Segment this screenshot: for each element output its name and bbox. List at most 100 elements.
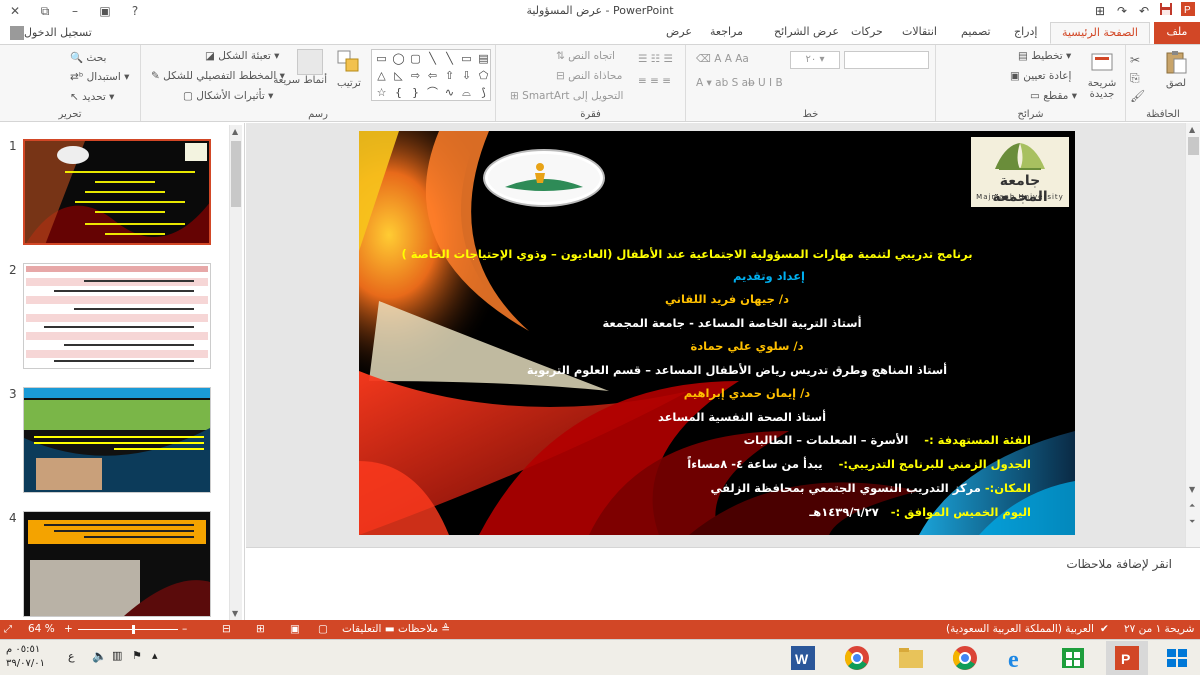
- shape-outline-button[interactable]: ▾ المخطط التفصيلي للشكل ✎: [151, 70, 285, 82]
- scroll-down-icon[interactable]: ▼: [1189, 485, 1195, 494]
- quick-styles-button[interactable]: أنماط سريعة: [273, 49, 327, 86]
- thumbnail-slide-1[interactable]: [23, 139, 211, 245]
- network-icon[interactable]: ▥: [112, 649, 122, 662]
- taskbar-chrome2-icon[interactable]: [944, 641, 986, 675]
- fit-to-window-icon[interactable]: ⤢: [4, 622, 12, 637]
- show-hidden-icon[interactable]: ▴: [152, 649, 158, 662]
- shape-arrow-down-icon[interactable]: ⇩: [459, 68, 474, 83]
- tab-design[interactable]: تصميم: [955, 22, 997, 44]
- start-button[interactable]: [1156, 641, 1198, 675]
- thumbnail-slide-4[interactable]: [23, 511, 211, 617]
- notification-icon[interactable]: ⚑: [132, 649, 142, 662]
- editor-scrollbar[interactable]: ▲ ▼ ⏶ ⏷: [1185, 123, 1200, 547]
- align-buttons[interactable]: ≡ ≡ ≡: [638, 75, 671, 87]
- zoom-in-icon[interactable]: –: [182, 622, 187, 637]
- clipboard-small-icons[interactable]: ✂ ⎘ 🖌: [1130, 51, 1145, 105]
- notes-placeholder[interactable]: انقر لإضافة ملاحظات: [1066, 557, 1172, 571]
- minimize-button[interactable]: –: [60, 0, 90, 22]
- close-button[interactable]: ✕: [0, 0, 30, 22]
- shape-arc-icon[interactable]: ⌒: [425, 85, 440, 100]
- restore-button[interactable]: ⧉: [30, 0, 60, 22]
- tab-review[interactable]: مراجعة: [704, 22, 749, 44]
- slideshow-view-icon[interactable]: ⊟: [222, 622, 231, 637]
- smartart-button[interactable]: التحويل إلى SmartArt ⊞: [510, 90, 623, 102]
- tab-insert[interactable]: إدراج: [1008, 22, 1043, 44]
- shape-arrow-left-icon[interactable]: ⇦: [425, 68, 440, 83]
- language-status[interactable]: العربية (المملكة العربية السعودية): [946, 622, 1094, 637]
- thumbnail-scrollbar[interactable]: ▲ ▼: [229, 125, 242, 620]
- shape-effects-button[interactable]: ▾ تأثيرات الأشكال ▢: [183, 90, 273, 102]
- clock[interactable]: ٠٥:٥١ م ٣٩/٠٧/٠١: [6, 643, 45, 671]
- shape-line2-icon[interactable]: ╲: [442, 51, 457, 66]
- scroll-down-icon[interactable]: ▼: [232, 609, 238, 618]
- layout-button[interactable]: ▾ تخطيط ▤: [1018, 50, 1071, 62]
- zoom-slider-track[interactable]: [78, 629, 178, 630]
- font-name-box[interactable]: [844, 51, 929, 69]
- sorter-view-icon[interactable]: ▣: [290, 622, 300, 637]
- qat-customize-icon[interactable]: ⊞: [1090, 2, 1110, 20]
- undo-icon[interactable]: ↶: [1134, 2, 1154, 20]
- tab-home[interactable]: الصفحة الرئيسية: [1050, 22, 1150, 44]
- next-slide-icon[interactable]: ⏷: [1189, 517, 1195, 527]
- help-button[interactable]: ?: [120, 0, 150, 22]
- shape-box-icon[interactable]: ▭: [459, 51, 474, 66]
- zoom-level[interactable]: 64 %: [28, 622, 55, 637]
- tab-file[interactable]: ملف: [1154, 22, 1200, 44]
- replace-button[interactable]: ▾ استبدال ᵇ⇄: [70, 71, 129, 83]
- spellcheck-icon[interactable]: ✔: [1100, 622, 1109, 637]
- normal-view-icon[interactable]: ▢: [318, 622, 328, 637]
- shape-curve-icon[interactable]: ∿: [442, 85, 457, 100]
- taskbar-store-icon[interactable]: [1052, 641, 1094, 675]
- current-slide[interactable]: جامعة المجمعة Majmaah University برنامج …: [359, 131, 1075, 535]
- paste-button[interactable]: لصق: [1156, 49, 1196, 89]
- taskbar-ie-icon[interactable]: e: [998, 641, 1040, 675]
- select-button[interactable]: ▾ تحديد ↖: [70, 91, 114, 103]
- shape-rt-triangle-icon[interactable]: ◺: [391, 68, 406, 83]
- shapes-gallery[interactable]: ▭ ◯ ▢ ╲ ╲ ▭ ▤ △ ◺ ⇨ ⇦ ⇧ ⇩ ⬠ ☆ { } ⌒ ∿ ⌓: [371, 49, 491, 101]
- tab-transitions[interactable]: انتقالات: [896, 22, 943, 44]
- zoom-slider-thumb[interactable]: [132, 625, 135, 634]
- tab-animations[interactable]: حركات: [845, 22, 889, 44]
- text-direction-button[interactable]: اتجاه النص ⇅: [556, 50, 615, 62]
- scroll-thumb[interactable]: [1188, 137, 1199, 155]
- taskbar-explorer-icon[interactable]: [890, 641, 932, 675]
- shape-freeform-icon[interactable]: ⟆: [476, 85, 491, 100]
- find-button[interactable]: بحث 🔍: [70, 51, 106, 64]
- taskbar-powerpoint-icon[interactable]: P: [1106, 641, 1148, 675]
- shape-callout-icon[interactable]: ⌓: [459, 85, 474, 100]
- shape-textbox-icon[interactable]: ▤: [476, 51, 491, 66]
- taskbar-word-icon[interactable]: W: [782, 641, 824, 675]
- notes-pane[interactable]: انقر لإضافة ملاحظات: [246, 547, 1200, 620]
- shape-pentagon-icon[interactable]: ⬠: [476, 68, 491, 83]
- prev-slide-icon[interactable]: ⏶: [1189, 501, 1195, 511]
- shape-arrow-up-icon[interactable]: ⇧: [442, 68, 457, 83]
- save-icon[interactable]: [1156, 2, 1176, 20]
- reset-button[interactable]: إعادة تعيين ▣: [1010, 70, 1071, 82]
- scroll-up-icon[interactable]: ▲: [1189, 125, 1195, 134]
- taskbar-chrome-icon[interactable]: [836, 641, 878, 675]
- list-buttons[interactable]: ☰ ☷ ☰: [638, 53, 673, 65]
- ribbon-options-button[interactable]: ▣: [90, 0, 120, 22]
- notes-button[interactable]: ≜ ملاحظات: [398, 622, 450, 637]
- shape-rectangle-icon[interactable]: ▭: [374, 51, 389, 66]
- font-extra-buttons[interactable]: A A Aa ⌫: [696, 53, 749, 65]
- align-text-button[interactable]: محاذاة النص ⊟: [556, 70, 622, 82]
- redo-icon[interactable]: ↷: [1112, 2, 1132, 20]
- shape-fill-button[interactable]: ▾ تعبئة الشكل ◪: [205, 50, 279, 62]
- shape-arrow-right-icon[interactable]: ⇨: [408, 68, 423, 83]
- tab-view[interactable]: عرض: [660, 22, 698, 44]
- section-button[interactable]: ▾ مقطع ▭: [1030, 90, 1077, 102]
- reading-view-icon[interactable]: ⊞: [256, 622, 265, 637]
- shape-line-icon[interactable]: ╲: [425, 51, 440, 66]
- signin-button[interactable]: تسجيل الدخول: [6, 23, 92, 43]
- scroll-up-icon[interactable]: ▲: [232, 127, 238, 136]
- thumbnail-slide-3[interactable]: [23, 387, 211, 493]
- shape-oval-icon[interactable]: ◯: [391, 51, 406, 66]
- zoom-out-icon[interactable]: +: [64, 622, 73, 637]
- shape-triangle-icon[interactable]: △: [374, 68, 389, 83]
- new-slide-button[interactable]: شريحة جديدة: [1082, 49, 1122, 100]
- font-format-buttons[interactable]: A ▾ ab S ab̶ U I B: [696, 77, 783, 89]
- shape-star-icon[interactable]: ☆: [374, 85, 389, 100]
- comments-button[interactable]: ▬ التعليقات: [342, 622, 395, 637]
- arrange-button[interactable]: ترتيب: [331, 49, 367, 89]
